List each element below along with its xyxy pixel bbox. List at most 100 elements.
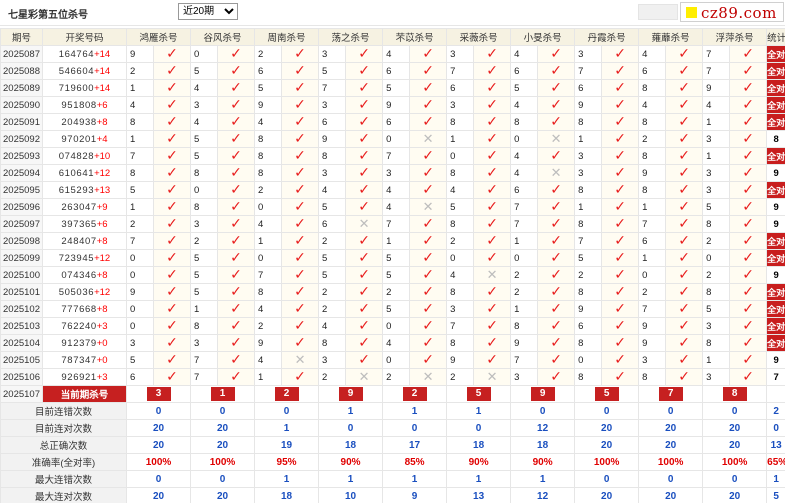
summary-value: 95% bbox=[254, 453, 320, 471]
check-icon: ✓ bbox=[614, 301, 626, 317]
summary-value: 18 bbox=[446, 436, 512, 454]
kill-number-cell: 8 bbox=[510, 113, 539, 131]
check-icon: ✓ bbox=[294, 97, 306, 113]
result-mark-cell: ✓ bbox=[473, 215, 512, 233]
check-icon: ✓ bbox=[742, 131, 755, 147]
result-mark-cell: ✓ bbox=[345, 283, 384, 301]
summary-value: 65% bbox=[766, 453, 785, 471]
table-row: 2025088 546604+14 2 ✓ 5 ✓ 6 ✓ 5 ✓ 6 ✓ 7 ✓ 6 ✓ 7 ✓ 6 ✓ 7 ✓ 全对 bbox=[0, 62, 785, 80]
period-select[interactable]: 近20期 bbox=[178, 3, 238, 20]
kill-number-cell: 8 bbox=[638, 181, 667, 199]
result-mark-cell: ✓ bbox=[473, 164, 512, 182]
check-icon: ✓ bbox=[358, 165, 370, 181]
current-kill-value: 2 bbox=[274, 387, 299, 401]
result-mark-cell: ✓ bbox=[729, 130, 768, 148]
check-icon: ✓ bbox=[550, 267, 562, 283]
draw-sum: +12 bbox=[94, 167, 111, 179]
kill-number-cell: 4 bbox=[318, 181, 347, 199]
result-mark-cell: ✓ bbox=[473, 198, 512, 216]
table-row: 2025098 248407+8 7 ✓ 2 ✓ 1 ✓ 2 ✓ 1 ✓ 2 ✓ 1 ✓ 7 ✓ 6 ✓ 2 ✓ 全对 bbox=[0, 232, 785, 250]
summary-label: 目前连错次数 bbox=[0, 402, 127, 420]
result-mark-cell: ✓ bbox=[409, 113, 448, 131]
kill-number-cell: 2 bbox=[318, 368, 347, 386]
kill-number-cell: 6 bbox=[638, 232, 667, 250]
kill-number-cell: 4 bbox=[190, 79, 219, 97]
check-icon: ✓ bbox=[166, 63, 178, 79]
result-mark-cell: ✕ bbox=[473, 368, 512, 386]
check-icon: ✓ bbox=[166, 46, 178, 62]
table-row: 2025092 970201+4 1 ✓ 5 ✓ 8 ✓ 9 ✓ 0 ✕ 1 ✓ 0 ✕ 1 ✓ 2 ✓ 3 ✓ 8 bbox=[0, 130, 785, 148]
draw-sum: +3 bbox=[96, 320, 108, 332]
check-icon: ✓ bbox=[358, 148, 370, 164]
summary-value: 0 bbox=[125, 470, 192, 488]
kill-number-cell: 5 bbox=[318, 249, 347, 267]
check-icon: ✓ bbox=[422, 301, 434, 317]
check-icon: ✓ bbox=[614, 165, 626, 181]
result-mark-cell: ✓ bbox=[537, 79, 576, 97]
stat-cell: 9 bbox=[766, 198, 785, 216]
kill-number-cell: 9 bbox=[510, 334, 539, 352]
check-icon: ✓ bbox=[294, 267, 306, 283]
draw-number-cell: 719600+14 bbox=[42, 79, 127, 97]
draw-sum: +14 bbox=[94, 48, 111, 60]
kill-number-cell: 8 bbox=[190, 317, 219, 335]
result-mark-cell: ✓ bbox=[217, 164, 256, 182]
draw-sum: +8 bbox=[96, 269, 108, 281]
check-icon: ✓ bbox=[230, 250, 242, 266]
check-icon: ✓ bbox=[678, 131, 690, 147]
table-row: 2025104 912379+0 3 ✓ 3 ✓ 9 ✓ 8 ✓ 4 ✓ 8 ✓ 9 ✓ 8 ✓ 9 ✓ 8 ✓ 全对 bbox=[0, 334, 785, 352]
check-icon: ✓ bbox=[166, 216, 178, 232]
kill-number-cell: 1 bbox=[574, 130, 603, 148]
kill-number-cell: 8 bbox=[254, 147, 283, 165]
kill-number-cell: 4 bbox=[638, 96, 667, 114]
summary-value: 0 bbox=[446, 419, 512, 437]
check-icon: ✓ bbox=[614, 284, 626, 300]
check-icon: ✓ bbox=[742, 335, 755, 351]
result-mark-cell: ✓ bbox=[729, 45, 768, 63]
summary-value: 18 bbox=[318, 436, 384, 454]
check-icon: ✓ bbox=[166, 233, 178, 249]
kill-number-cell: 6 bbox=[318, 113, 347, 131]
stat-cell: 全对 bbox=[766, 147, 785, 165]
kill-number-cell: 7 bbox=[382, 215, 411, 233]
kill-number-cell: 2 bbox=[126, 62, 154, 80]
check-icon: ✓ bbox=[614, 318, 626, 334]
check-icon: ✓ bbox=[422, 97, 434, 113]
kill-number-cell: 8 bbox=[574, 181, 603, 199]
check-icon: ✓ bbox=[294, 284, 306, 300]
result-mark-cell: ✓ bbox=[152, 62, 192, 80]
check-icon: ✓ bbox=[230, 301, 242, 317]
summary-value: 20 bbox=[190, 487, 256, 503]
kill-number-cell: 7 bbox=[254, 266, 283, 284]
result-mark-cell: ✓ bbox=[281, 317, 320, 335]
check-icon: ✓ bbox=[166, 250, 178, 266]
result-mark-cell: ✓ bbox=[345, 113, 384, 131]
summary-value: 20 bbox=[574, 419, 640, 437]
summary-value: 20 bbox=[702, 487, 768, 503]
check-icon: ✓ bbox=[550, 369, 562, 385]
kill-number-cell: 9 bbox=[318, 130, 347, 148]
kill-number-cell: 7 bbox=[446, 317, 475, 335]
check-icon: ✓ bbox=[422, 216, 434, 232]
period-cell: 2025105 bbox=[0, 351, 43, 369]
kill-number-cell: 5 bbox=[190, 147, 219, 165]
site-logo[interactable]: cz89.com bbox=[680, 2, 784, 22]
result-mark-cell: ✓ bbox=[281, 368, 320, 386]
result-mark-cell: ✓ bbox=[281, 249, 320, 267]
check-icon: ✓ bbox=[486, 165, 498, 181]
kill-number-cell: 5 bbox=[702, 198, 731, 216]
check-icon: ✓ bbox=[230, 148, 242, 164]
result-mark-cell: ✓ bbox=[601, 62, 640, 80]
draw-number-cell: 248407+8 bbox=[42, 232, 127, 250]
current-kill-cell: 2 bbox=[382, 385, 448, 403]
period-cell: 2025104 bbox=[0, 334, 43, 352]
summary-value: 19 bbox=[254, 436, 320, 454]
check-icon: ✓ bbox=[678, 114, 690, 130]
result-mark-cell: ✓ bbox=[665, 334, 704, 352]
check-icon: ✓ bbox=[678, 301, 690, 317]
check-icon: ✓ bbox=[294, 318, 306, 334]
stat-cell: 全对 bbox=[766, 334, 785, 352]
check-icon: ✓ bbox=[486, 335, 498, 351]
result-mark-cell: ✓ bbox=[729, 283, 768, 301]
check-icon: ✓ bbox=[614, 148, 626, 164]
